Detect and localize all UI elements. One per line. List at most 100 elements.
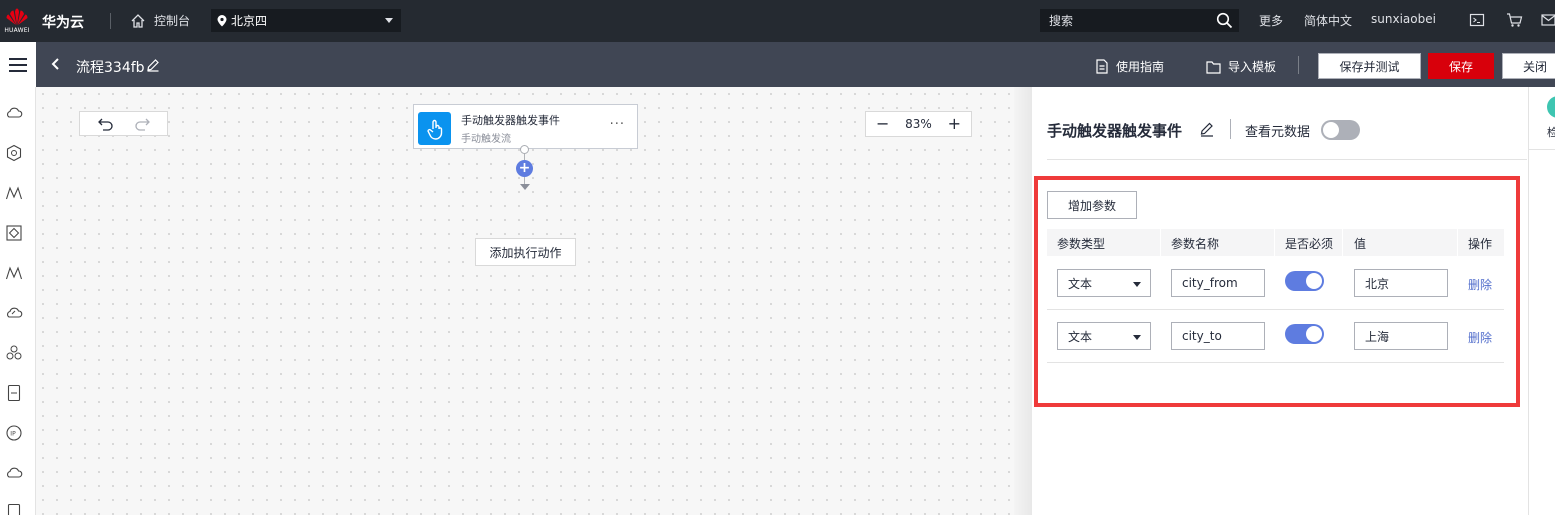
trigger-node[interactable]: 手动触发器触发事件 手动触发流 ··· bbox=[413, 104, 638, 149]
edit-pencil-icon[interactable] bbox=[1199, 121, 1215, 137]
required-toggle[interactable] bbox=[1285, 324, 1324, 344]
terminal-icon[interactable] bbox=[1469, 12, 1485, 28]
huawei-logo-icon bbox=[6, 8, 28, 25]
param-value-input[interactable]: 北京 bbox=[1354, 269, 1448, 297]
region-label: 北京四 bbox=[231, 14, 268, 28]
search-input[interactable]: 搜索 bbox=[1040, 9, 1239, 32]
column-header: 参数类型 bbox=[1057, 237, 1106, 251]
undo-icon[interactable] bbox=[97, 117, 115, 131]
flow-title: 流程334fb bbox=[76, 60, 145, 76]
param-type-value: 文本 bbox=[1068, 276, 1093, 291]
column-header: 值 bbox=[1354, 237, 1367, 251]
param-type-value: 文本 bbox=[1068, 329, 1093, 344]
cloud-icon[interactable] bbox=[5, 464, 23, 482]
more-options-icon[interactable]: ··· bbox=[610, 117, 625, 132]
divider bbox=[1298, 56, 1299, 74]
table-header: 参数类型 参数名称 是否必须 值 操作 bbox=[1047, 229, 1504, 256]
diamond-square-icon[interactable] bbox=[5, 224, 23, 242]
svg-text:IP: IP bbox=[10, 431, 16, 438]
node-subtitle: 手动触发流 bbox=[461, 134, 511, 145]
zoom-out-button[interactable]: − bbox=[876, 116, 889, 132]
hand-tap-icon bbox=[418, 112, 451, 145]
param-name-input[interactable]: city_from bbox=[1171, 269, 1265, 297]
mail-icon[interactable] bbox=[1541, 12, 1555, 28]
zoom-level: 83% bbox=[905, 117, 932, 131]
flow-toolbar: 流程334fb 使用指南 导入模板 保存并测试 保存 关闭 bbox=[0, 42, 1555, 87]
row-divider bbox=[1047, 362, 1504, 363]
import-template-label: 导入模板 bbox=[1228, 60, 1277, 74]
undo-redo-group bbox=[79, 111, 168, 136]
delete-link[interactable]: 删除 bbox=[1468, 329, 1492, 346]
arrow-down-icon bbox=[520, 184, 530, 190]
back-arrow-icon[interactable] bbox=[50, 56, 62, 72]
search-placeholder: 搜索 bbox=[1049, 14, 1074, 28]
param-type-select[interactable]: 文本 bbox=[1057, 322, 1151, 350]
brand-name[interactable]: 华为云 bbox=[42, 12, 84, 32]
divider bbox=[1529, 149, 1555, 150]
file-icon[interactable] bbox=[5, 503, 23, 515]
required-toggle[interactable] bbox=[1285, 271, 1324, 291]
file-icon[interactable] bbox=[5, 384, 23, 402]
search-icon[interactable] bbox=[1216, 12, 1233, 29]
region-select[interactable]: 北京四 bbox=[211, 9, 401, 32]
side-panel-label: 检 bbox=[1547, 126, 1555, 139]
save-button[interactable]: 保存 bbox=[1428, 53, 1494, 79]
left-icon-sidebar: IP bbox=[0, 87, 36, 515]
redo-icon[interactable] bbox=[133, 117, 151, 131]
cloud-check-icon[interactable] bbox=[5, 304, 23, 322]
hamburger-menu-icon[interactable] bbox=[0, 42, 36, 87]
divider bbox=[110, 13, 111, 29]
column-header: 操作 bbox=[1468, 237, 1493, 251]
param-value-input[interactable]: 上海 bbox=[1354, 322, 1448, 350]
guide-label: 使用指南 bbox=[1116, 60, 1165, 74]
more-link[interactable]: 更多 bbox=[1259, 12, 1283, 29]
username-menu[interactable]: sunxiaobei bbox=[1371, 12, 1436, 26]
chevron-down-icon bbox=[1133, 282, 1141, 287]
cluster-icon[interactable] bbox=[5, 344, 23, 362]
node-title: 手动触发器触发事件 bbox=[461, 114, 560, 127]
chart-icon[interactable] bbox=[5, 184, 23, 202]
add-parameter-button[interactable]: 增加参数 bbox=[1047, 191, 1137, 219]
save-and-test-button[interactable]: 保存并测试 bbox=[1318, 53, 1421, 79]
logo-text: HUAWEI bbox=[4, 27, 30, 34]
delete-link[interactable]: 删除 bbox=[1468, 276, 1492, 293]
top-navbar: HUAWEI 华为云 控制台 北京四 搜索 更多 简体中文 sunxiaobei bbox=[0, 0, 1555, 42]
home-icon bbox=[131, 13, 145, 28]
divider bbox=[1230, 119, 1231, 139]
view-metadata-label: 查看元数据 bbox=[1245, 125, 1311, 140]
huawei-logo[interactable]: HUAWEI bbox=[0, 0, 34, 42]
language-switch[interactable]: 简体中文 bbox=[1304, 12, 1352, 29]
hexagon-icon[interactable] bbox=[5, 144, 23, 162]
zoom-control: − 83% + bbox=[865, 111, 972, 137]
chevron-down-icon bbox=[1133, 335, 1141, 340]
param-type-select[interactable]: 文本 bbox=[1057, 269, 1151, 297]
add-step-button[interactable]: + bbox=[516, 160, 533, 177]
status-dot[interactable] bbox=[1547, 96, 1555, 118]
cloud-icon[interactable] bbox=[5, 104, 23, 122]
folder-icon bbox=[1206, 60, 1221, 74]
console-link[interactable]: 控制台 bbox=[130, 12, 190, 29]
param-name-input[interactable]: city_to bbox=[1171, 322, 1265, 350]
close-button[interactable]: 关闭 bbox=[1502, 53, 1555, 79]
chevron-down-icon bbox=[385, 18, 393, 23]
document-icon bbox=[1096, 59, 1108, 74]
zoom-in-button[interactable]: + bbox=[948, 116, 961, 132]
import-template-link[interactable]: 导入模板 bbox=[1206, 58, 1276, 75]
panel-divider bbox=[1014, 87, 1032, 515]
side-panel-partial: 检 bbox=[1528, 87, 1555, 515]
cart-icon[interactable] bbox=[1506, 12, 1523, 28]
column-header: 是否必须 bbox=[1285, 237, 1334, 251]
edit-pencil-icon[interactable] bbox=[146, 58, 160, 72]
ip-icon[interactable]: IP bbox=[5, 424, 23, 442]
column-header: 参数名称 bbox=[1171, 237, 1220, 251]
chart-icon[interactable] bbox=[5, 264, 23, 282]
panel-title: 手动触发器触发事件 bbox=[1047, 122, 1183, 140]
add-action-button[interactable]: 添加执行动作 bbox=[475, 238, 576, 266]
location-pin-icon bbox=[217, 14, 227, 26]
connector-port bbox=[520, 145, 529, 154]
row-divider bbox=[1047, 309, 1504, 310]
console-label: 控制台 bbox=[154, 14, 191, 28]
view-metadata-toggle[interactable] bbox=[1321, 120, 1360, 140]
divider bbox=[1047, 159, 1527, 160]
guide-link[interactable]: 使用指南 bbox=[1095, 58, 1164, 75]
